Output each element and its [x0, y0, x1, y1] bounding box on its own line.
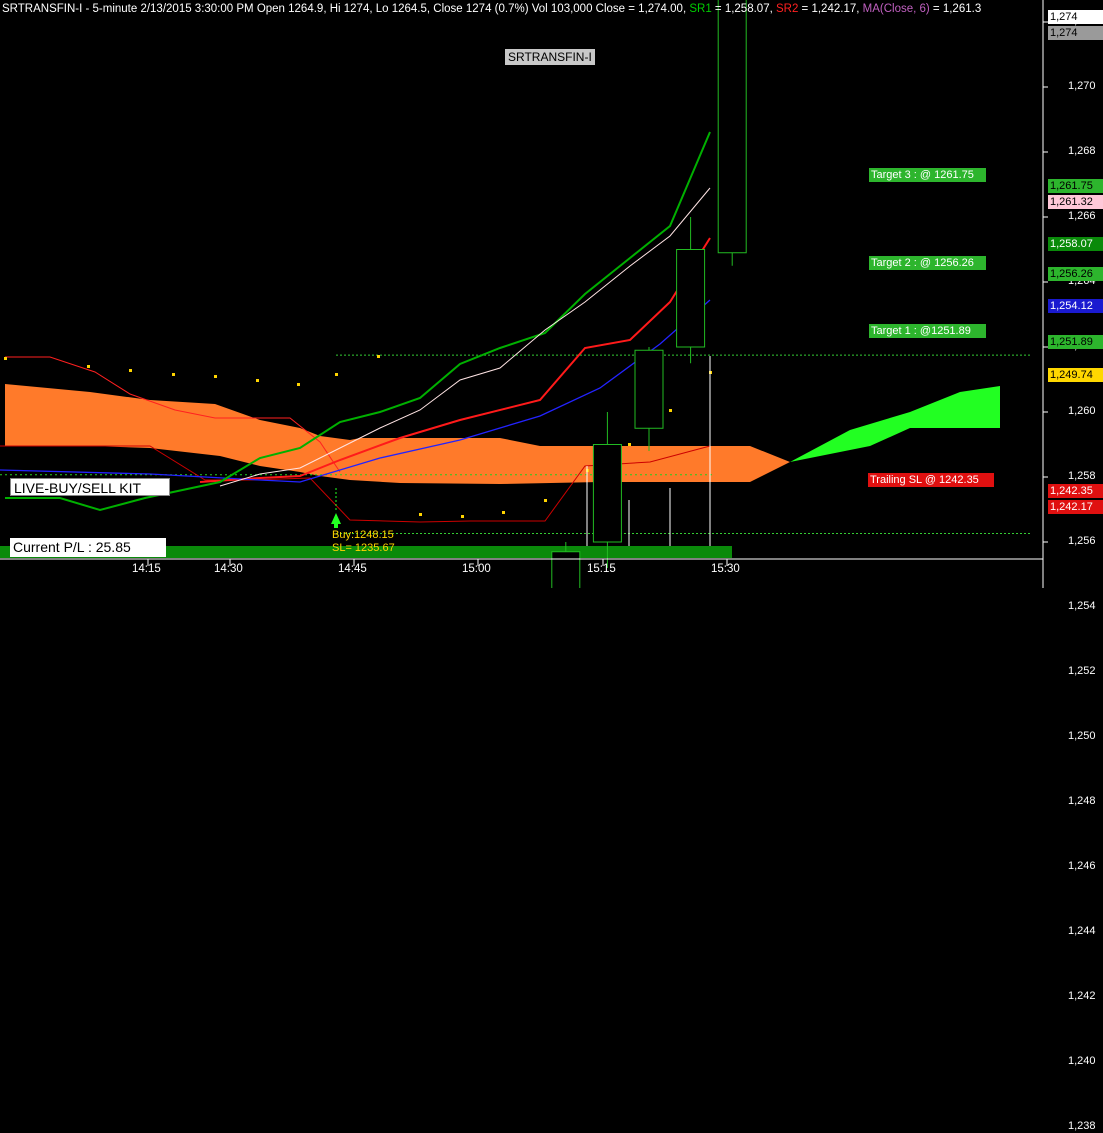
price-tag: 1,249.74 — [1048, 368, 1103, 382]
x-tick-label: 14:45 — [338, 563, 367, 575]
price-tag: 1,274 — [1048, 10, 1103, 24]
buy-info: Buy:1248.15 SL= 1235.67 — [332, 529, 395, 555]
candle-body — [634, 349, 664, 429]
indicator-dot — [628, 443, 631, 446]
header-sr2-label: SR2 — [775, 3, 799, 15]
current-pl-label: Current P/L : 25.85 — [10, 538, 166, 557]
ticker-label: SRTRANSFIN-I — [505, 49, 595, 65]
x-tick-label: 14:15 — [132, 563, 161, 575]
x-tick-label: 15:00 — [462, 563, 491, 575]
y-tick-label: 1,238 — [1068, 1120, 1096, 1132]
y-tick-label: 1,266 — [1068, 210, 1096, 222]
target-3-label: Target 3 : @ 1261.75 — [869, 168, 986, 182]
candle-body — [717, 0, 747, 254]
indicator-dot — [4, 357, 7, 360]
header-main: SRTRANSFIN-I - 5-minute 2/13/2015 3:30:0… — [2, 3, 690, 15]
indicator-dot — [669, 409, 672, 412]
indicator-dot — [461, 515, 464, 518]
buy-price: Buy:1248.15 — [332, 529, 394, 541]
candlestick-chart[interactable] — [0, 0, 1103, 588]
price-tag: 1,258.07 — [1048, 237, 1103, 251]
live-buy-sell-kit-label: LIVE-BUY/SELL KIT — [10, 478, 170, 496]
indicator-dot — [214, 375, 217, 378]
y-tick-label: 1,240 — [1068, 1055, 1096, 1067]
y-tick-label: 1,246 — [1068, 860, 1096, 872]
y-tick-label: 1,252 — [1068, 665, 1096, 677]
candle-body — [551, 551, 581, 588]
indicator-dot — [335, 373, 338, 376]
trailing-sl-label: Trailing SL @ 1242.35 — [868, 473, 994, 487]
y-tick-label: 1,268 — [1068, 145, 1096, 157]
indicator-dot — [544, 499, 547, 502]
indicator-dot — [172, 373, 175, 376]
y-tick-label: 1,244 — [1068, 925, 1096, 937]
indicator-dot — [377, 355, 380, 358]
y-tick-label: 1,270 — [1068, 80, 1096, 92]
stop-loss-price: SL= 1235.67 — [332, 542, 395, 554]
cloud-orange-area — [5, 384, 790, 484]
indicator-dot — [87, 365, 90, 368]
x-tick-label: 15:30 — [711, 563, 740, 575]
candle-body — [676, 249, 706, 348]
indicator-dot — [502, 511, 505, 514]
y-tick-label: 1,260 — [1068, 405, 1096, 417]
header-ma-label: MA(Close, 6) — [862, 3, 930, 15]
y-tick-label: 1,242 — [1068, 990, 1096, 1002]
y-tick-label: 1,254 — [1068, 600, 1096, 612]
price-tag: 1,261.75 — [1048, 179, 1103, 193]
header-ma-value: = 1,261.3 — [929, 3, 982, 15]
target-1-label: Target 1 : @1251.89 — [869, 324, 986, 338]
price-tag: 1,251.89 — [1048, 335, 1103, 349]
cloud-green-area — [790, 386, 1000, 462]
price-tag: 1,261.32 — [1048, 195, 1103, 209]
indicator-dot — [297, 383, 300, 386]
header-sr1-label: SR1 — [689, 3, 712, 15]
y-tick-label: 1,258 — [1068, 470, 1096, 482]
chart-header: SRTRANSFIN-I - 5-minute 2/13/2015 3:30:0… — [2, 1, 981, 17]
y-tick-label: 1,250 — [1068, 730, 1096, 742]
y-tick-label: 1,248 — [1068, 795, 1096, 807]
x-tick-label: 15:15 — [587, 563, 616, 575]
price-tag: 1,254.12 — [1048, 299, 1103, 313]
header-sr2-value: = 1,242.17, — [798, 3, 863, 15]
indicator-dot — [419, 513, 422, 516]
indicator-dot — [256, 379, 259, 382]
price-tag: 1,256.26 — [1048, 267, 1103, 281]
price-tag: 1,242.35 — [1048, 484, 1103, 498]
indicator-dot — [129, 369, 132, 372]
target-2-label: Target 2 : @ 1256.26 — [869, 256, 986, 270]
price-tag: 1,242.17 — [1048, 500, 1103, 514]
header-sr1-value: = 1,258.07, — [711, 3, 776, 15]
x-tick-label: 14:30 — [214, 563, 243, 575]
candle-body — [592, 444, 622, 543]
y-tick-label: 1,256 — [1068, 535, 1096, 547]
price-tag: 1,274 — [1048, 26, 1103, 40]
buy-arrow-icon — [331, 513, 341, 528]
